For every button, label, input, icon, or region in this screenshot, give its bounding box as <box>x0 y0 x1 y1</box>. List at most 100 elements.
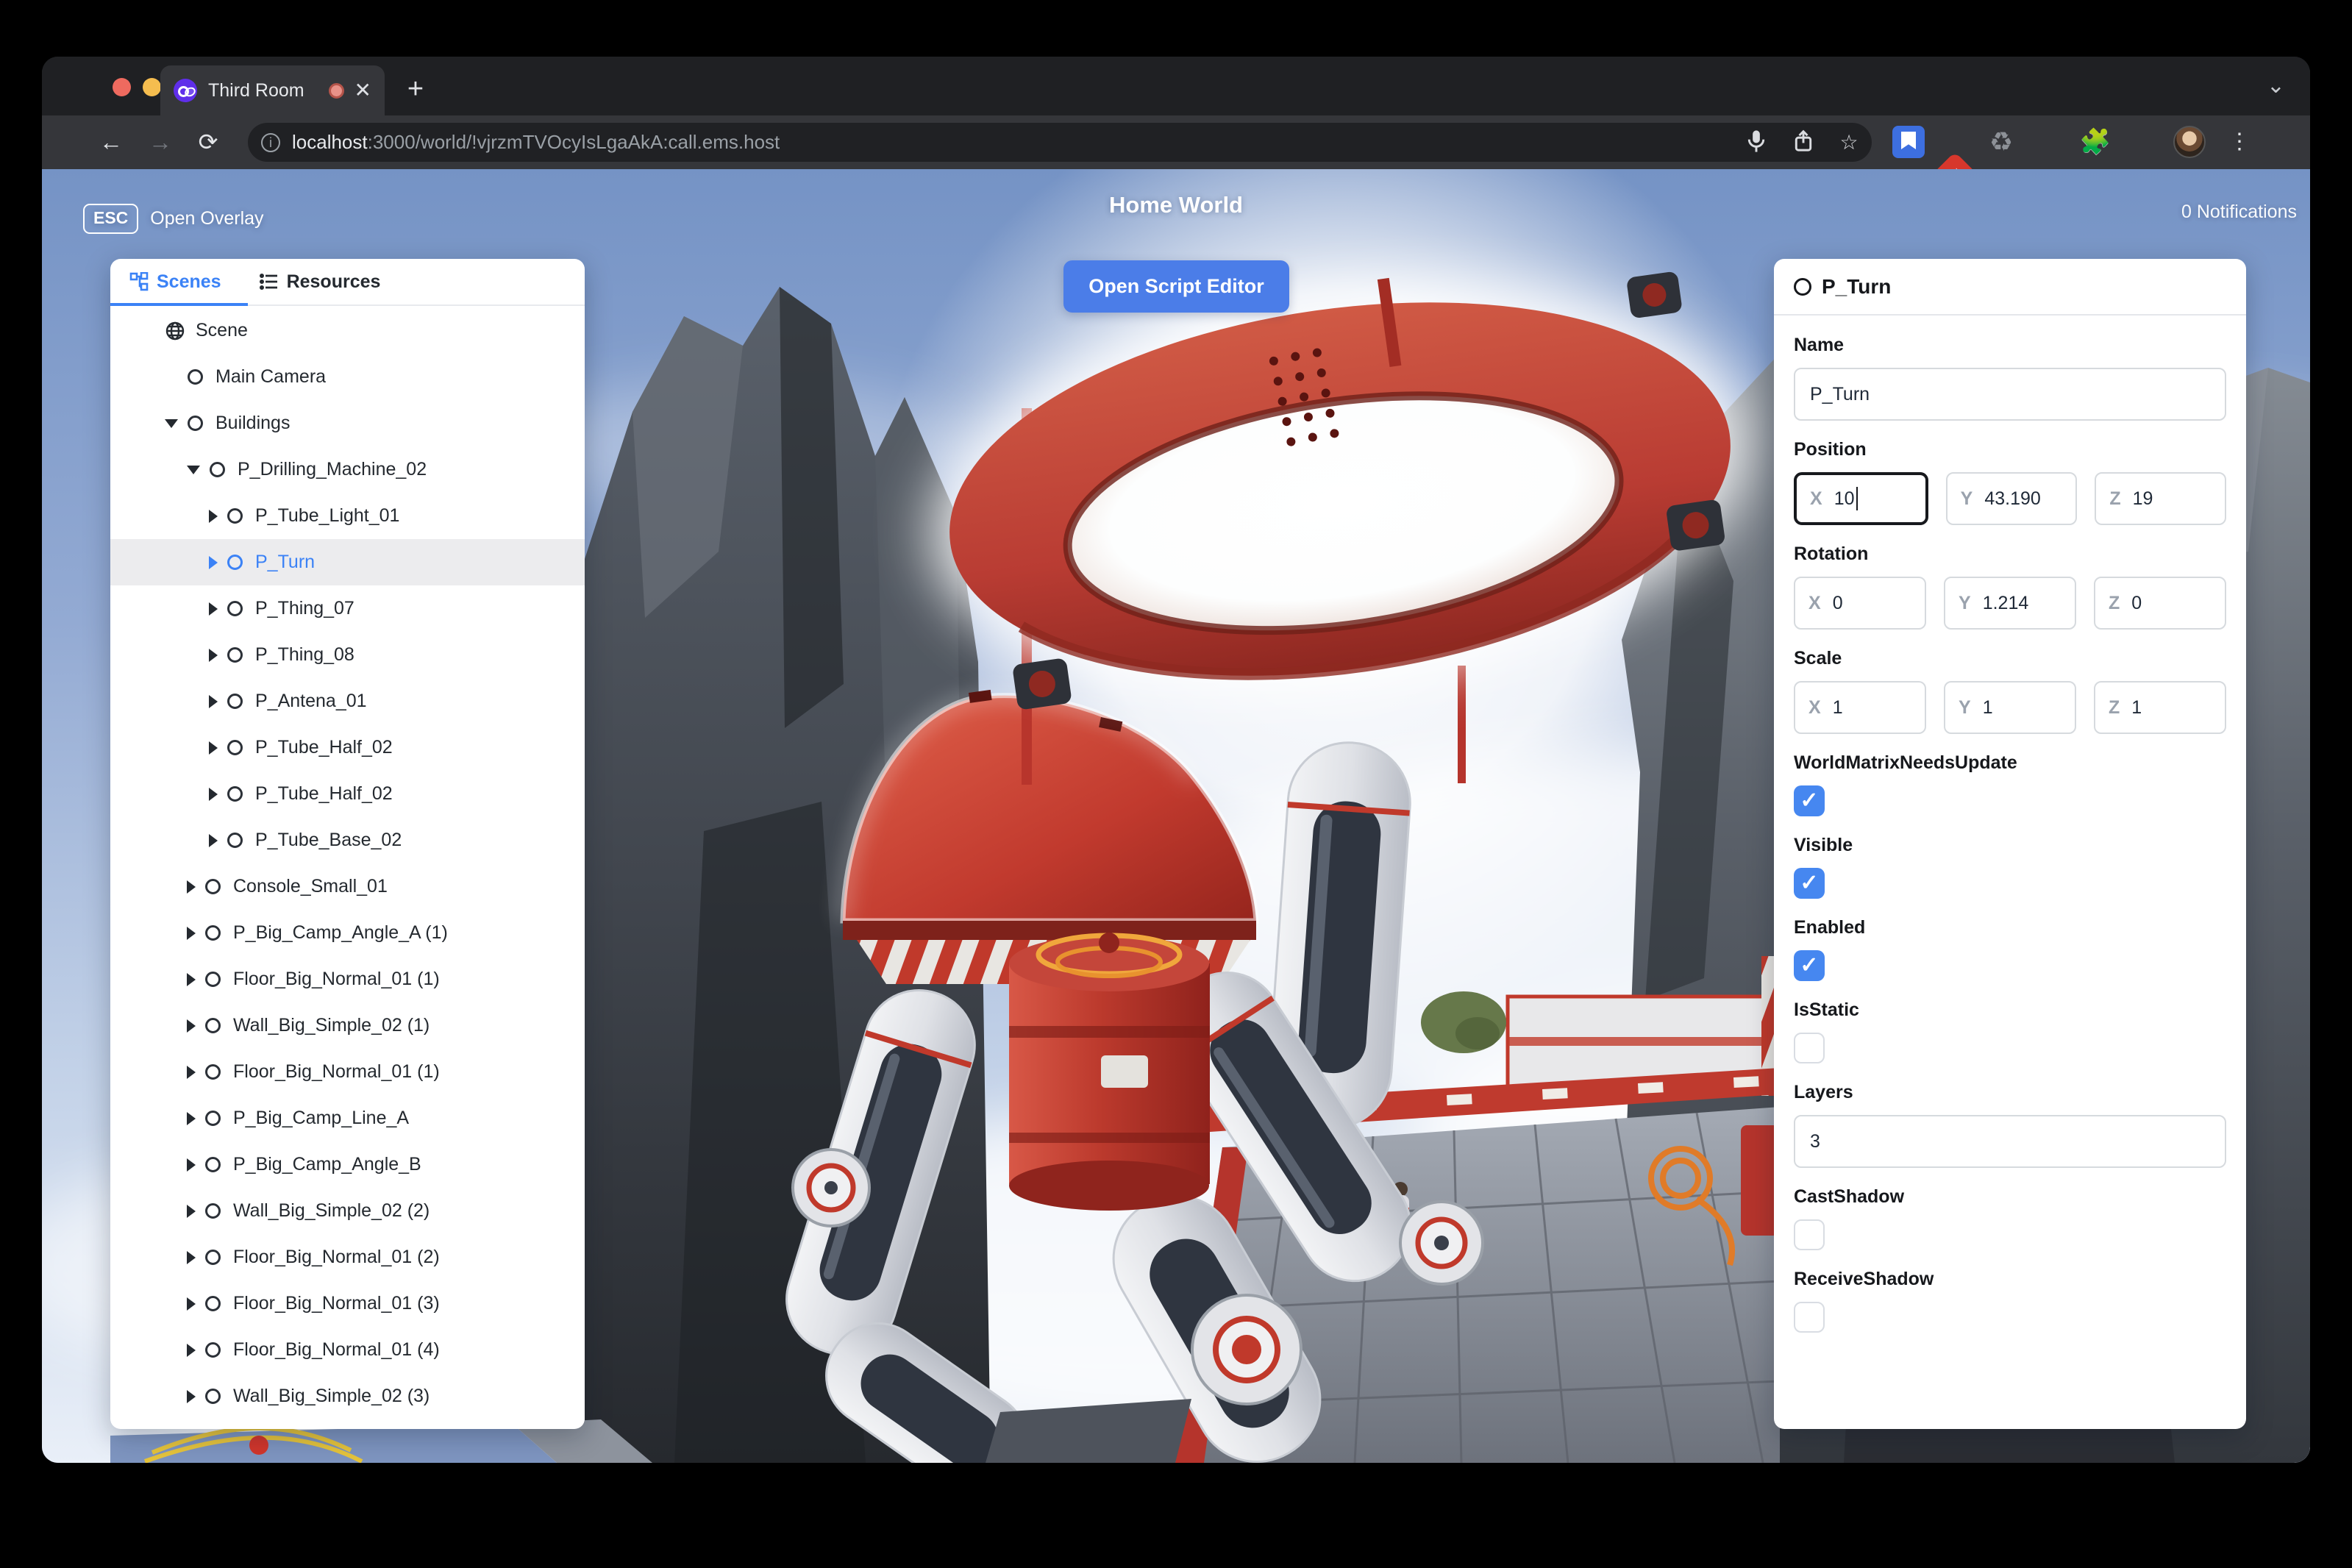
caret-down-icon[interactable] <box>187 465 200 474</box>
position-z-input[interactable]: Z 19 <box>2095 472 2227 525</box>
layers-input[interactable]: 3 <box>1794 1115 2226 1168</box>
isstatic-checkbox[interactable] <box>1794 1033 1825 1063</box>
share-icon[interactable] <box>1789 129 1817 157</box>
caret-right-icon[interactable] <box>187 880 196 894</box>
tree-node-label: P_Turn <box>255 552 316 572</box>
browser-tab[interactable]: Third Room ✕ <box>160 65 385 115</box>
castshadow-checkbox[interactable] <box>1794 1219 1825 1250</box>
tree-node-p-tube-base-02[interactable]: P_Tube_Base_02 <box>110 817 585 863</box>
tree-node-console-small-01[interactable]: Console_Small_01 <box>110 863 585 910</box>
window-close-button[interactable] <box>113 78 131 96</box>
caret-right-icon[interactable] <box>187 972 196 986</box>
tree-node-p-big-camp-line-a[interactable]: P_Big_Camp_Line_A <box>110 1095 585 1141</box>
tree-node-wall-big-simple-02-2-[interactable]: Wall_Big_Simple_02 (2) <box>110 1188 585 1234</box>
enabled-checkbox[interactable]: ✓ <box>1794 950 1825 981</box>
rotation-x-input[interactable]: X0 <box>1794 577 1926 630</box>
position-x-input[interactable]: X 10 <box>1794 472 1928 525</box>
tree-node-wall-big-simple-02-3-[interactable]: Wall_Big_Simple_02 (3) <box>110 1373 585 1419</box>
tree-node-scene[interactable]: Scene <box>110 307 585 354</box>
scale-z-input[interactable]: Z1 <box>2094 681 2226 734</box>
bookmark-star-icon[interactable]: ☆ <box>1835 129 1863 157</box>
scale-y-input[interactable]: Y1 <box>1944 681 2076 734</box>
name-input[interactable]: P_Turn <box>1794 368 2226 421</box>
tree-node-wall-big-simple-02-1-[interactable]: Wall_Big_Simple_02 (1) <box>110 1002 585 1049</box>
browser-menu-icon[interactable]: ⋮ <box>2223 126 2256 158</box>
tree-node-p-thing-08[interactable]: P_Thing_08 <box>110 632 585 678</box>
tree-node-p-tube-half-02[interactable]: P_Tube_Half_02 <box>110 771 585 817</box>
caret-right-icon[interactable] <box>187 1019 196 1033</box>
new-tab-button[interactable]: + <box>399 74 432 107</box>
tree-node-p-big-camp-angle-a-1-[interactable]: P_Big_Camp_Angle_A (1) <box>110 910 585 956</box>
rotation-y-input[interactable]: Y 1.214 <box>1944 577 2076 630</box>
caret-right-icon[interactable] <box>187 1204 196 1218</box>
extension-recycle-icon[interactable]: ♻ <box>1985 126 2017 158</box>
scale-x-input[interactable]: X1 <box>1794 681 1926 734</box>
tree-node-buildings[interactable]: Buildings <box>110 400 585 446</box>
caret-right-icon[interactable] <box>209 509 218 523</box>
field-visible: Visible ✓ <box>1794 835 2226 899</box>
url-bar[interactable]: i localhost:3000/world/!vjrzmTVOcyIsLgaA… <box>248 123 1872 162</box>
caret-right-icon[interactable] <box>209 555 218 569</box>
caret-right-icon[interactable] <box>209 694 218 708</box>
active-tab-underline <box>110 303 248 306</box>
browser-tab-strip: Third Room ✕ + ⌄ <box>42 57 2310 115</box>
node-circle-icon <box>227 601 243 616</box>
extensions-puzzle-icon[interactable]: 🧩 <box>2079 126 2112 158</box>
node-circle-icon <box>205 1111 221 1126</box>
tree-node-main-camera[interactable]: Main Camera <box>110 354 585 400</box>
site-info-icon[interactable]: i <box>261 132 280 152</box>
caret-right-icon[interactable] <box>187 1250 196 1264</box>
tree-node-p-turn[interactable]: P_Turn <box>110 539 585 585</box>
tree-node-floor-big-normal-01-4-[interactable]: Floor_Big_Normal_01 (4) <box>110 1327 585 1373</box>
tab-close-icon[interactable]: ✕ <box>354 80 371 101</box>
notifications-status[interactable]: 0 Notifications <box>2181 202 2297 223</box>
caret-right-icon[interactable] <box>209 787 218 801</box>
caret-right-icon[interactable] <box>187 1389 196 1403</box>
node-circle-icon <box>205 1018 221 1033</box>
position-y-input[interactable]: Y 43.190 <box>1945 472 2078 525</box>
tab-resources[interactable]: Resources <box>240 259 400 304</box>
caret-right-icon[interactable] <box>187 1343 196 1357</box>
caret-right-icon[interactable] <box>209 833 218 847</box>
caret-right-icon[interactable] <box>187 926 196 940</box>
caret-right-icon[interactable] <box>209 741 218 755</box>
forward-button[interactable]: → <box>145 127 176 158</box>
open-script-editor-button[interactable]: Open Script Editor <box>1063 260 1289 313</box>
tab-scenes[interactable]: Scenes <box>110 259 240 304</box>
microphone-icon[interactable] <box>1742 129 1770 157</box>
tree-node-floor-big-normal-01-2-[interactable]: Floor_Big_Normal_01 (2) <box>110 1234 585 1280</box>
caret-right-icon[interactable] <box>187 1111 196 1125</box>
tree-node-p-drilling-machine-02[interactable]: P_Drilling_Machine_02 <box>110 446 585 493</box>
worldmatrixneedsupdate-checkbox[interactable]: ✓ <box>1794 785 1825 816</box>
tab-search-chevron-icon[interactable]: ⌄ <box>2267 73 2285 99</box>
tree-node-floor-big-normal-01-3-[interactable]: Floor_Big_Normal_01 (3) <box>110 1280 585 1327</box>
rotation-vector-row: X 0 Y 1.214 Z 0 <box>1794 577 2226 630</box>
scene-hierarchy-panel: Scenes Resources Scene Main Camera Buildin… <box>110 259 585 1429</box>
rotation-z-input[interactable]: Z0 <box>2094 577 2226 630</box>
tree-node-floor-big-normal-01-1-[interactable]: Floor_Big_Normal_01 (1) <box>110 1049 585 1095</box>
reload-button[interactable]: ⟳ <box>193 127 224 158</box>
tree-node-p-antena-01[interactable]: P_Antena_01 <box>110 678 585 724</box>
tree-node-p-tube-light-01[interactable]: P_Tube_Light_01 <box>110 493 585 539</box>
field-label: Rotation <box>1794 544 1869 564</box>
receiveshadow-checkbox[interactable] <box>1794 1302 1825 1333</box>
caret-right-icon[interactable] <box>187 1065 196 1079</box>
caret-right-icon[interactable] <box>187 1297 196 1311</box>
tree-node-p-thing-07[interactable]: P_Thing_07 <box>110 585 585 632</box>
back-button[interactable]: ← <box>96 127 126 158</box>
visible-checkbox[interactable]: ✓ <box>1794 868 1825 899</box>
tree-node-p-tube-half-02[interactable]: P_Tube_Half_02 <box>110 724 585 771</box>
caret-right-icon[interactable] <box>209 602 218 616</box>
recording-indicator-icon <box>328 82 344 99</box>
tree-node-floor-big-normal-01-1-[interactable]: Floor_Big_Normal_01 (1) <box>110 956 585 1002</box>
window-minimize-button[interactable] <box>143 78 161 96</box>
axis-value: 19 <box>2132 488 2153 509</box>
caret-right-icon[interactable] <box>187 1158 196 1172</box>
tree-node-p-big-camp-angle-b[interactable]: P_Big_Camp_Angle_B <box>110 1141 585 1188</box>
profile-avatar[interactable] <box>2173 126 2206 158</box>
caret-down-icon[interactable] <box>165 418 178 428</box>
world-viewport[interactable]: ESC Open Overlay Home World 0 Notificati… <box>42 169 2310 1463</box>
field-castshadow: CastShadow <box>1794 1186 2226 1250</box>
caret-right-icon[interactable] <box>209 648 218 662</box>
extension-password-manager-icon[interactable] <box>1892 126 1925 158</box>
